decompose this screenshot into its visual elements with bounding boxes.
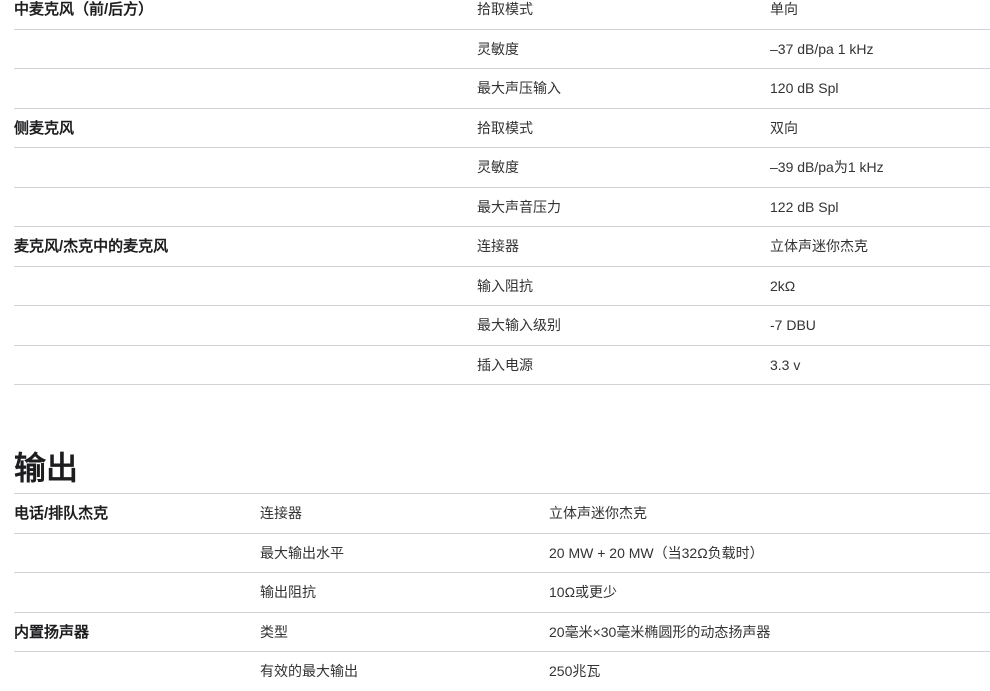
spec-param: 有效的最大输出 <box>260 663 358 679</box>
section-heading: 输出 <box>14 450 79 486</box>
mic-spec-table: 中麦克风（前/后方） 拾取模式 单向 灵敏度 –37 dB/pa 1 kHz 最… <box>14 0 990 385</box>
spec-param: 输入阻抗 <box>477 277 533 294</box>
spec-value: 单向 <box>770 1 798 17</box>
spec-value: 250兆瓦 <box>549 663 601 679</box>
spec-row: 有效的最大输出 250兆瓦 <box>14 651 990 691</box>
spec-param: 灵敏度 <box>477 159 519 175</box>
spec-value: 立体声迷你杰克 <box>770 238 868 254</box>
spec-row: 输出阻抗 10Ω或更少 <box>14 572 990 612</box>
spec-row: 灵敏度 –37 dB/pa 1 kHz <box>14 30 990 69</box>
spec-row: 最大输入级别 -7 DBU <box>14 306 990 346</box>
spec-param: 最大声音压力 <box>477 198 561 215</box>
spec-value: 3.3 v <box>770 356 801 373</box>
spec-value: –37 dB/pa 1 kHz <box>770 40 874 57</box>
spec-group-label: 麦克风/杰克中的麦克风 <box>14 238 169 255</box>
spec-param: 插入电源 <box>477 356 533 373</box>
spec-row: 插入电源 3.3 v <box>14 346 990 385</box>
output-spec-table: 电话/排队杰克 连接器 立体声迷你杰克 最大输出水平 20 MW + 20 MW… <box>14 493 990 691</box>
spec-row: 麦克风/杰克中的麦克风 连接器 立体声迷你杰克 <box>14 227 990 267</box>
spec-param: 连接器 <box>477 238 519 254</box>
spec-value: 立体声迷你杰克 <box>549 505 647 521</box>
spec-group-label: 中麦克风（前/后方） <box>14 1 154 18</box>
spec-value: 20 MW + 20 MW（当32Ω负载时） <box>549 544 764 561</box>
spec-value: 20毫米×30毫米椭圆形的动态扬声器 <box>549 623 771 640</box>
spec-row: 最大声音压力 122 dB Spl <box>14 188 990 227</box>
spec-param: 拾取模式 <box>477 1 533 17</box>
spec-value: 122 dB Spl <box>770 198 839 215</box>
spec-group-label: 内置扬声器 <box>14 623 90 641</box>
spec-row: 最大声压输入 120 dB Spl <box>14 69 990 109</box>
spec-param: 最大输出水平 <box>260 544 344 561</box>
spec-row: 侧麦克风 拾取模式 双向 <box>14 109 990 148</box>
spec-param: 类型 <box>260 623 288 640</box>
spec-value: 双向 <box>770 119 798 136</box>
spec-group-label: 侧麦克风 <box>14 119 75 137</box>
spec-param: 灵敏度 <box>477 40 519 57</box>
spec-row: 最大输出水平 20 MW + 20 MW（当32Ω负载时） <box>14 532 990 573</box>
spec-row: 输入阻抗 2kΩ <box>14 267 990 306</box>
spec-param: 输出阻抗 <box>260 584 316 600</box>
spec-param: 连接器 <box>260 505 302 521</box>
spec-row: 灵敏度 –39 dB/pa为1 kHz <box>14 148 990 188</box>
spec-row: 电话/排队杰克 连接器 立体声迷你杰克 <box>14 493 990 533</box>
spec-value: -7 DBU <box>770 317 816 333</box>
spec-param: 拾取模式 <box>477 119 533 136</box>
spec-group-label: 电话/排队杰克 <box>14 505 109 522</box>
spec-row: 中麦克风（前/后方） 拾取模式 单向 <box>14 0 990 30</box>
spec-value: –39 dB/pa为1 kHz <box>770 159 884 175</box>
spec-row: 内置扬声器 类型 20毫米×30毫米椭圆形的动态扬声器 <box>14 611 990 652</box>
spec-value: 10Ω或更少 <box>549 584 618 600</box>
spec-value: 120 dB Spl <box>770 80 839 96</box>
spec-value: 2kΩ <box>770 277 796 294</box>
spec-param: 最大声压输入 <box>477 80 561 96</box>
spec-param: 最大输入级别 <box>477 317 561 333</box>
